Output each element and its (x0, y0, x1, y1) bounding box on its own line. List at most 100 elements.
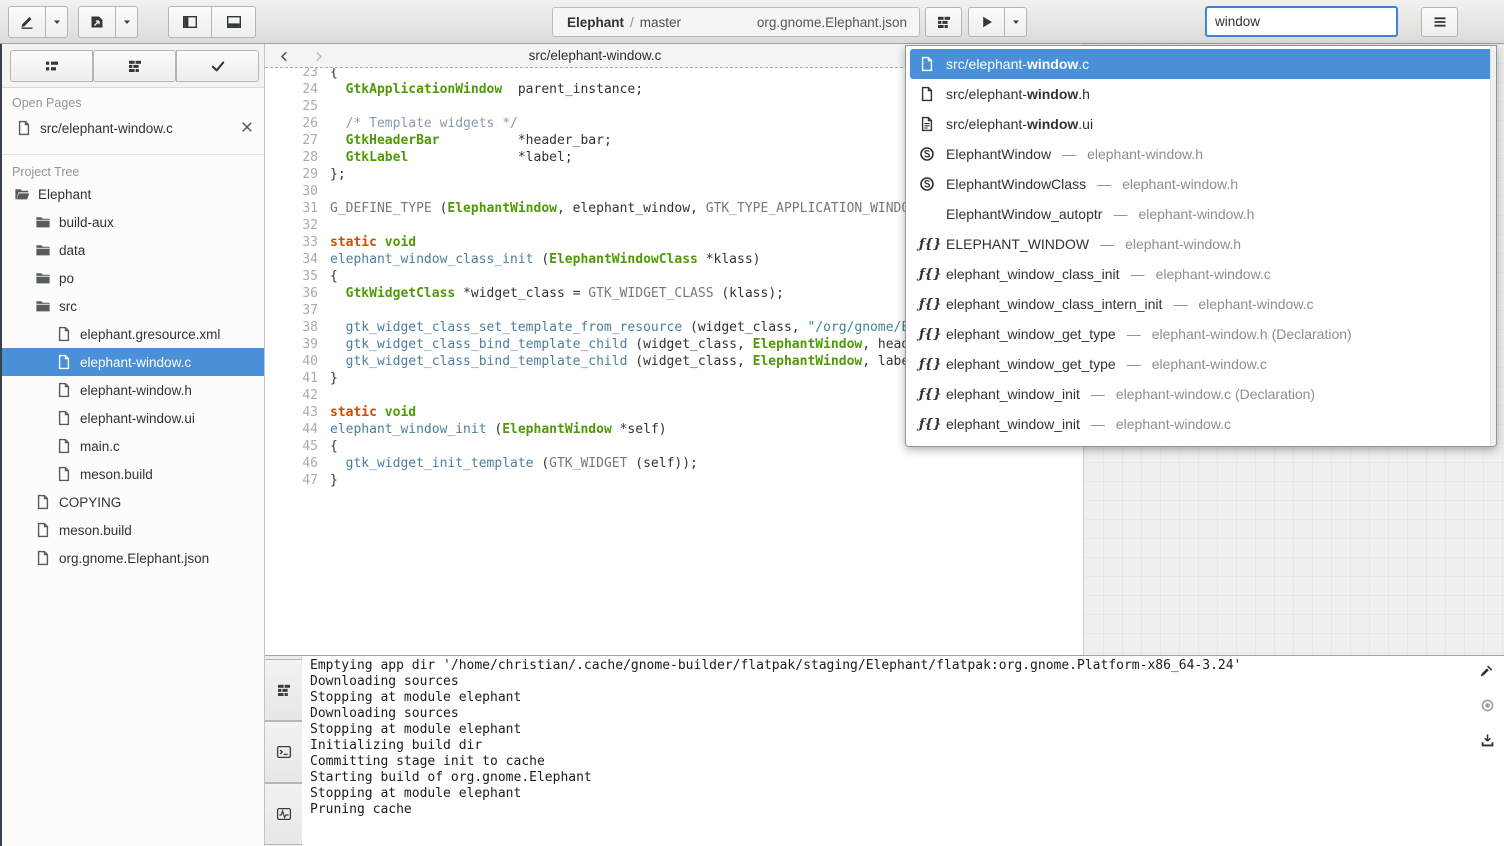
run-button[interactable] (968, 7, 1005, 37)
search-result-row[interactable]: ƒ{}elephant_window_get_type—elephant-win… (910, 319, 1492, 349)
search-result-row[interactable]: src/elephant-window.ui (910, 109, 1492, 139)
global-search-input[interactable] (1205, 6, 1398, 37)
export-button[interactable] (78, 6, 116, 38)
search-result-row[interactable]: ƒ{} (910, 439, 1492, 447)
file-icon (16, 120, 32, 136)
tree-item-meson-build[interactable]: meson.build (2, 516, 264, 544)
tree-item-label: po (59, 271, 74, 286)
line-number: 43 (265, 404, 318, 421)
todo-view-button[interactable] (10, 50, 93, 82)
tree-item-elephant-gresource-xml[interactable]: elephant.gresource.xml (2, 320, 264, 348)
log-line: Downloading sources (310, 706, 1241, 722)
popover-scrollbar[interactable] (1490, 46, 1496, 446)
sidebar-view-switcher (10, 50, 259, 82)
line-number: 42 (265, 387, 318, 404)
line-number: 36 (265, 285, 318, 302)
line-number: 27 (265, 132, 318, 149)
panel-bottom-icon (226, 14, 242, 30)
function-icon: ƒ{} (919, 237, 935, 252)
line-number: 45 (265, 438, 318, 455)
search-result-row[interactable]: ƒ{}elephant_window_class_intern_init—ele… (910, 289, 1492, 319)
open-page-row[interactable]: src/elephant-window.c (2, 114, 264, 142)
search-result-row[interactable]: ƒ{}elephant_window_get_type—elephant-win… (910, 349, 1492, 379)
manifest-name: org.gnome.Elephant.json (757, 15, 907, 30)
line-number: 41 (265, 370, 318, 387)
build-view-button[interactable] (93, 50, 176, 82)
save-log-button[interactable] (1479, 733, 1495, 749)
record-log-button[interactable] (1479, 698, 1495, 714)
tree-item-po[interactable]: po (2, 264, 264, 292)
profiler-panel-button[interactable] (265, 783, 302, 845)
file-icon (919, 86, 935, 102)
folder-icon (35, 214, 51, 230)
log-line: Stopping at module elephant (310, 722, 1241, 738)
header-bar: Elephant / master org.gnome.Elephant.jso… (0, 0, 1504, 44)
search-result-row[interactable]: ƒ{}elephant_window_init—elephant-window.… (910, 379, 1492, 409)
line-number: 40 (265, 353, 318, 370)
tree-item-data[interactable]: data (2, 236, 264, 264)
build-configuration-widget[interactable]: Elephant / master org.gnome.Elephant.jso… (552, 7, 920, 37)
menu-button[interactable] (1421, 7, 1458, 37)
search-result-row[interactable]: ƒ{}ELEPHANT_WINDOW—elephant-window.h (910, 229, 1492, 259)
toggle-left-panel-button[interactable] (168, 6, 212, 38)
search-result-row[interactable]: src/elephant-window.h (910, 79, 1492, 109)
folder-icon (35, 298, 51, 314)
search-result-row[interactable]: src/elephant-window.c (910, 49, 1492, 79)
file-icon (56, 466, 72, 482)
tree-item-copying[interactable]: COPYING (2, 488, 264, 516)
tests-view-button[interactable] (176, 50, 259, 82)
todo-icon (44, 58, 60, 74)
tree-item-elephant-window-h[interactable]: elephant-window.h (2, 376, 264, 404)
folder-icon (35, 242, 51, 258)
tree-item-meson-build[interactable]: meson.build (2, 460, 264, 488)
play-icon (979, 14, 995, 30)
close-page-button[interactable] (238, 119, 256, 137)
tree-item-elephant-window-c[interactable]: elephant-window.c (2, 348, 264, 376)
build-panel-button[interactable] (265, 659, 302, 721)
result-symbol-name: ElephantWindowClass (946, 176, 1086, 192)
toggle-bottom-panel-button[interactable] (212, 6, 256, 38)
line-content: static void (330, 234, 416, 251)
export-dropdown-button[interactable] (116, 6, 138, 38)
tree-item-src[interactable]: src (2, 292, 264, 320)
run-options-button[interactable] (1005, 7, 1027, 37)
tree-item-org-gnome-elephant-json[interactable]: org.gnome.Elephant.json (2, 544, 264, 572)
line-content: }; (330, 166, 346, 183)
line-content: static void (330, 404, 416, 421)
tree-item-label: COPYING (59, 495, 121, 510)
tree-item-label: elephant-window.ui (80, 411, 195, 426)
line-content: { (330, 268, 338, 285)
search-result-row[interactable]: ƒ{}elephant_window_class_init—elephant-w… (910, 259, 1492, 289)
build-button[interactable] (925, 7, 962, 37)
result-file-name: elephant-window.c (1116, 416, 1231, 432)
dash-separator: — (1062, 146, 1076, 162)
tree-item-elephant-window-ui[interactable]: elephant-window.ui (2, 404, 264, 432)
search-result-row[interactable]: ElephantWindow—elephant-window.h (910, 139, 1492, 169)
window-close-button[interactable] (1477, 12, 1497, 32)
line-number: 37 (265, 302, 318, 319)
tree-item-main-c[interactable]: main.c (2, 432, 264, 460)
line-content: } (330, 472, 338, 489)
run-split-button (968, 7, 1027, 37)
search-result-row[interactable]: ElephantWindow_autoptr—elephant-window.h (910, 199, 1492, 229)
line-number: 25 (265, 98, 318, 115)
log-line: Emptying app dir '/home/christian/.cache… (310, 658, 1241, 674)
build-icon (127, 58, 143, 74)
pencil-icon (19, 14, 35, 30)
tree-item-build-aux[interactable]: build-aux (2, 208, 264, 236)
tree-item-elephant[interactable]: Elephant (2, 180, 264, 208)
search-result-row[interactable]: ƒ{}elephant_window_init—elephant-window.… (910, 409, 1492, 439)
search-results-popover: src/elephant-window.csrc/elephant-window… (905, 45, 1497, 447)
perspective-dropdown-button[interactable] (46, 6, 68, 38)
log-line: Committing stage init to cache (310, 754, 1241, 770)
result-symbol-name: ElephantWindow (946, 146, 1051, 162)
editor-perspective-button[interactable] (8, 6, 46, 38)
line-number: 29 (265, 166, 318, 183)
terminal-panel-button[interactable] (265, 721, 302, 783)
search-result-row[interactable]: ElephantWindowClass—elephant-window.h (910, 169, 1492, 199)
gnome-builder-window: { "colors": { "accent": "#4a90d9", "sele… (0, 0, 1504, 846)
clear-log-button[interactable] (1478, 664, 1494, 680)
dash-separator: — (1113, 206, 1127, 222)
log-line: Stopping at module elephant (310, 690, 1241, 706)
result-file-name: elephant-window.h (1125, 236, 1241, 252)
